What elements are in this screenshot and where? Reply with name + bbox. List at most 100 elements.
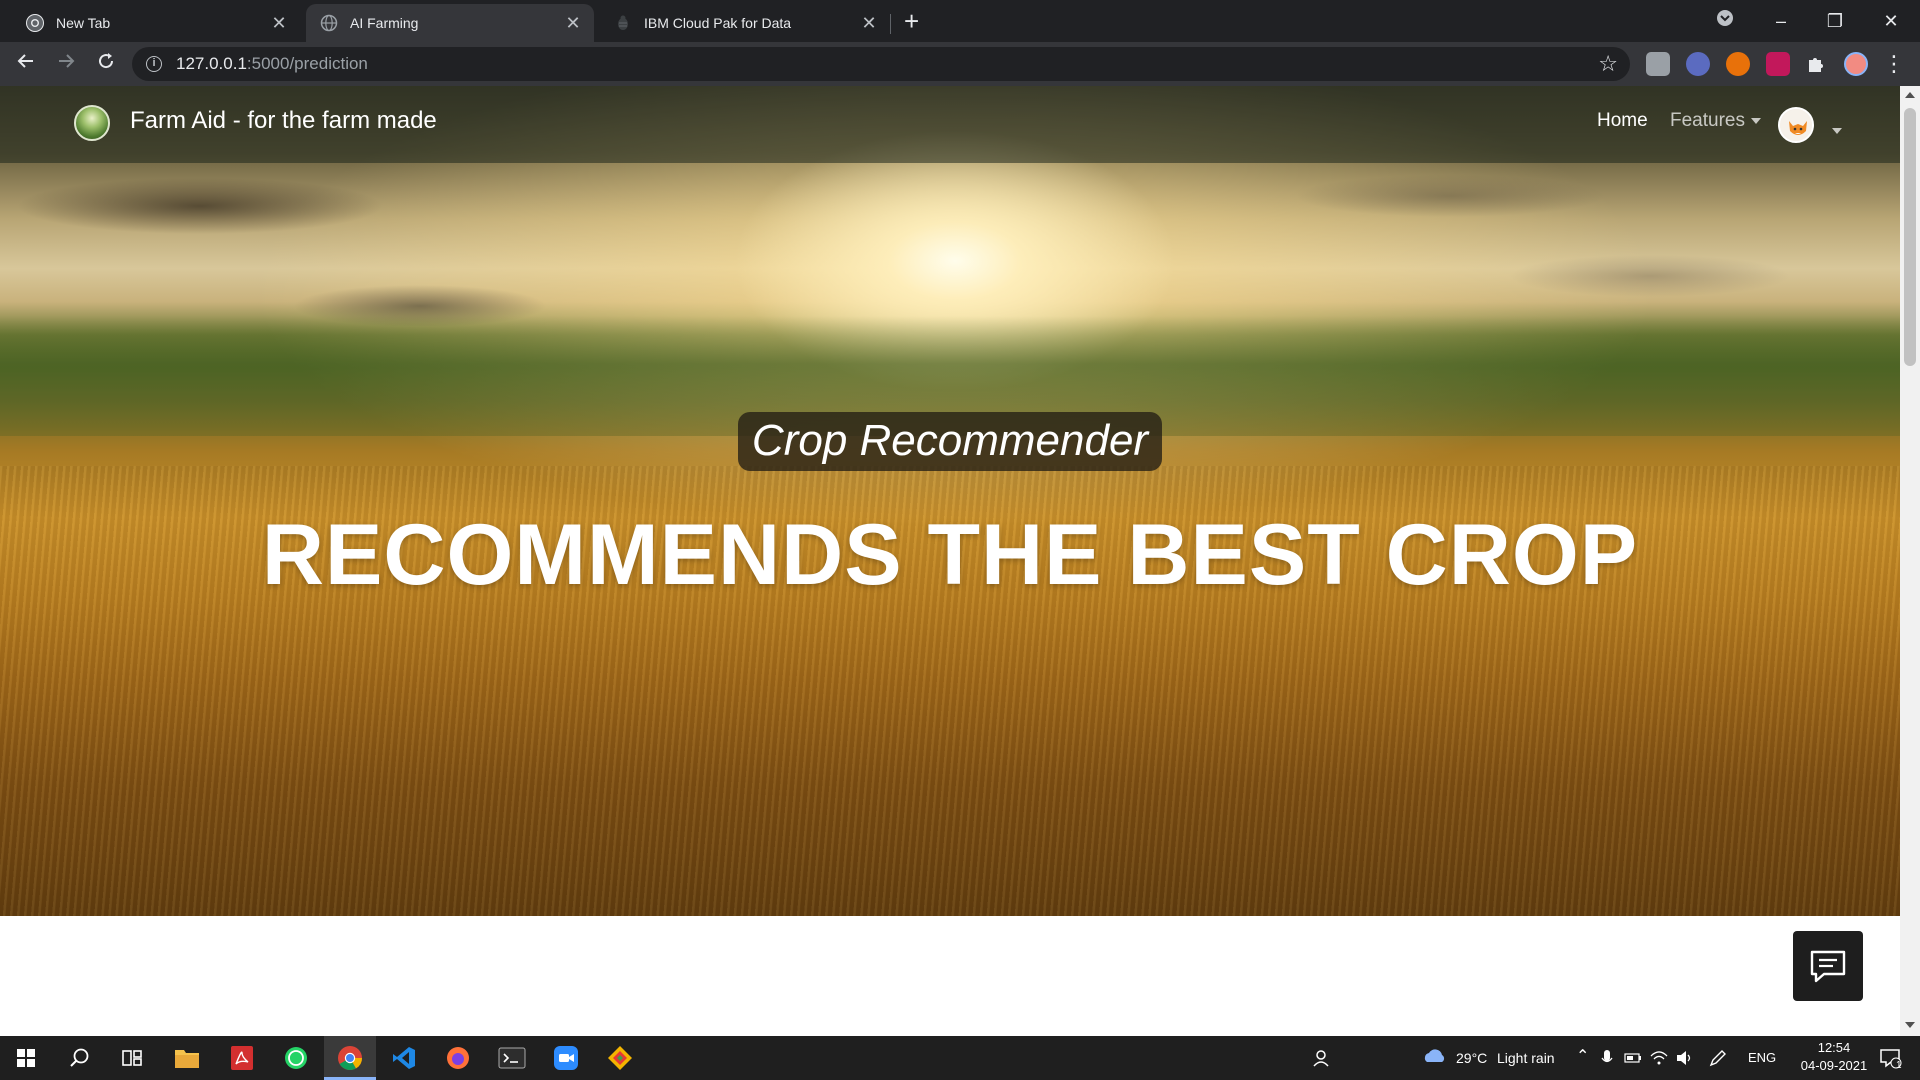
wifi-icon[interactable] [1648,1042,1670,1074]
taskbar-acrobat[interactable] [226,1042,258,1074]
weather-temp[interactable]: 29°C [1456,1050,1487,1066]
extension-doc-icon[interactable] [1646,52,1670,76]
scroll-down-arrow-icon[interactable] [1905,1022,1915,1028]
tab-divider [890,14,891,34]
taskbar-git-app[interactable] [604,1042,636,1074]
taskbar-zoom[interactable] [550,1042,582,1074]
weather-icon[interactable] [1418,1042,1450,1074]
tab-search-button[interactable] [1702,6,1748,36]
clock-time[interactable]: 12:54 [1806,1040,1862,1055]
folder-icon [175,1050,199,1068]
info-icon[interactable]: i [146,56,162,72]
tab-new-tab[interactable]: New Tab ✕ [12,4,300,42]
url-host: 127.0.0.1 [176,54,247,73]
start-button[interactable] [10,1042,42,1074]
scroll-up-arrow-icon[interactable] [1905,92,1915,98]
task-view-button[interactable] [116,1042,148,1074]
extension-pen-icon[interactable] [1766,52,1790,76]
windows-taskbar: 29°C Light rain ⌃ ENG 12:54 04-09-2021 1 [0,1036,1920,1080]
reload-icon [99,53,114,69]
weather-desc[interactable]: Light rain [1497,1050,1555,1066]
taskbar-firefox[interactable] [442,1042,474,1074]
vscode-icon [393,1047,415,1069]
volume-icon[interactable] [1674,1042,1696,1074]
arrow-right-icon [59,54,75,68]
whatsapp-icon [285,1047,307,1069]
pdf-icon [231,1046,253,1070]
profile-avatar-icon[interactable] [1844,52,1868,76]
battery-icon[interactable] [1622,1042,1644,1074]
url-path: :5000/prediction [246,54,368,73]
taskbar-chrome[interactable] [334,1042,366,1074]
taskbar-terminal[interactable] [496,1042,528,1074]
address-bar[interactable]: i 127.0.0.1 :5000/prediction ☆ [132,47,1630,81]
diamond-app-icon [608,1046,632,1070]
taskbar-whatsapp[interactable] [280,1042,312,1074]
close-tab-icon[interactable]: ✕ [564,13,582,34]
cloud-rain-icon [1424,1049,1445,1062]
caret-down-icon [1750,117,1761,124]
chrome-menu-button[interactable]: ⋮ [1880,50,1908,78]
nav-home-link[interactable]: Home [1597,110,1648,132]
show-hidden-icons-chevron-up-icon[interactable]: ⌃ [1576,1046,1589,1066]
taskbar-file-explorer[interactable] [171,1042,203,1074]
taskbar-vscode[interactable] [388,1042,420,1074]
avatar-dropdown-caret[interactable] [1826,122,1842,140]
people-button[interactable] [1306,1042,1338,1074]
tab-title: IBM Cloud Pak for Data [644,15,792,31]
bookmark-star-icon[interactable]: ☆ [1598,51,1618,77]
extensions-puzzle-icon[interactable] [1804,52,1828,76]
tab-title: AI Farming [350,15,419,31]
extension-glasses-icon[interactable] [1686,52,1710,76]
hero-banner: Farm Aid - for the farm made Home Featur… [0,86,1900,916]
notification-count: 1 [1896,1060,1902,1071]
chrome-icon [338,1046,362,1071]
people-icon [1313,1050,1329,1067]
nav-features-dropdown[interactable]: Features [1670,110,1761,132]
scrollbar-thumb[interactable] [1904,108,1916,366]
hero-subtitle: Crop Recommender [751,416,1149,465]
search-icon [70,1048,89,1067]
tab-ibm-cloud-pak[interactable]: IBM Cloud Pak for Data ✕ [600,4,890,42]
ibm-bee-icon [614,14,632,32]
user-avatar[interactable] [1778,107,1814,143]
brand-title[interactable]: Farm Aid - for the farm made [130,107,437,135]
brand-logo[interactable] [74,105,110,141]
tab-ai-farming[interactable]: AI Farming ✕ [306,4,594,42]
fox-avatar-icon [1780,109,1812,141]
site-navbar: Farm Aid - for the farm made Home Featur… [0,86,1900,163]
chat-widget-button[interactable] [1793,931,1863,1001]
chevron-down-circle-icon [1717,10,1733,26]
forward-button[interactable] [52,50,80,78]
back-button[interactable] [12,50,40,78]
windows-logo-icon [17,1049,35,1067]
close-tab-icon[interactable]: ✕ [270,13,288,34]
close-tab-icon[interactable]: ✕ [860,13,878,34]
browser-tabstrip: New Tab ✕ AI Farming ✕ IBM Cloud Pak for… [0,0,1920,42]
tab-title: New Tab [56,15,111,31]
browser-toolbar: i 127.0.0.1 :5000/prediction ☆ ⋮ [0,42,1920,86]
arrow-left-icon [17,54,33,68]
globe-icon [320,14,338,32]
close-window-button[interactable]: ✕ [1868,6,1914,36]
caret-down-icon [1832,127,1842,134]
search-button[interactable] [64,1042,96,1074]
reload-button[interactable] [92,50,120,78]
page-scrollbar[interactable] [1900,86,1920,1036]
action-center-button[interactable]: 1 [1874,1042,1906,1074]
minimize-button[interactable]: – [1758,6,1804,36]
clock-date[interactable]: 04-09-2021 [1788,1058,1880,1073]
pen-icon[interactable] [1706,1042,1730,1074]
firefox-icon [447,1047,469,1069]
restore-button[interactable]: ❐ [1812,6,1858,36]
input-language[interactable]: ENG [1748,1050,1776,1065]
terminal-icon [498,1047,526,1069]
microphone-icon[interactable] [1596,1042,1618,1074]
hero-headline: RECOMMENDS THE BEST CROP [261,507,1639,603]
new-tab-button[interactable]: + [904,6,919,36]
extension-fire-icon[interactable] [1726,52,1750,76]
task-view-icon [122,1050,142,1066]
zoom-camera-icon [554,1046,578,1070]
nav-features-label: Features [1670,110,1745,131]
page-viewport: Farm Aid - for the farm made Home Featur… [0,86,1900,1036]
